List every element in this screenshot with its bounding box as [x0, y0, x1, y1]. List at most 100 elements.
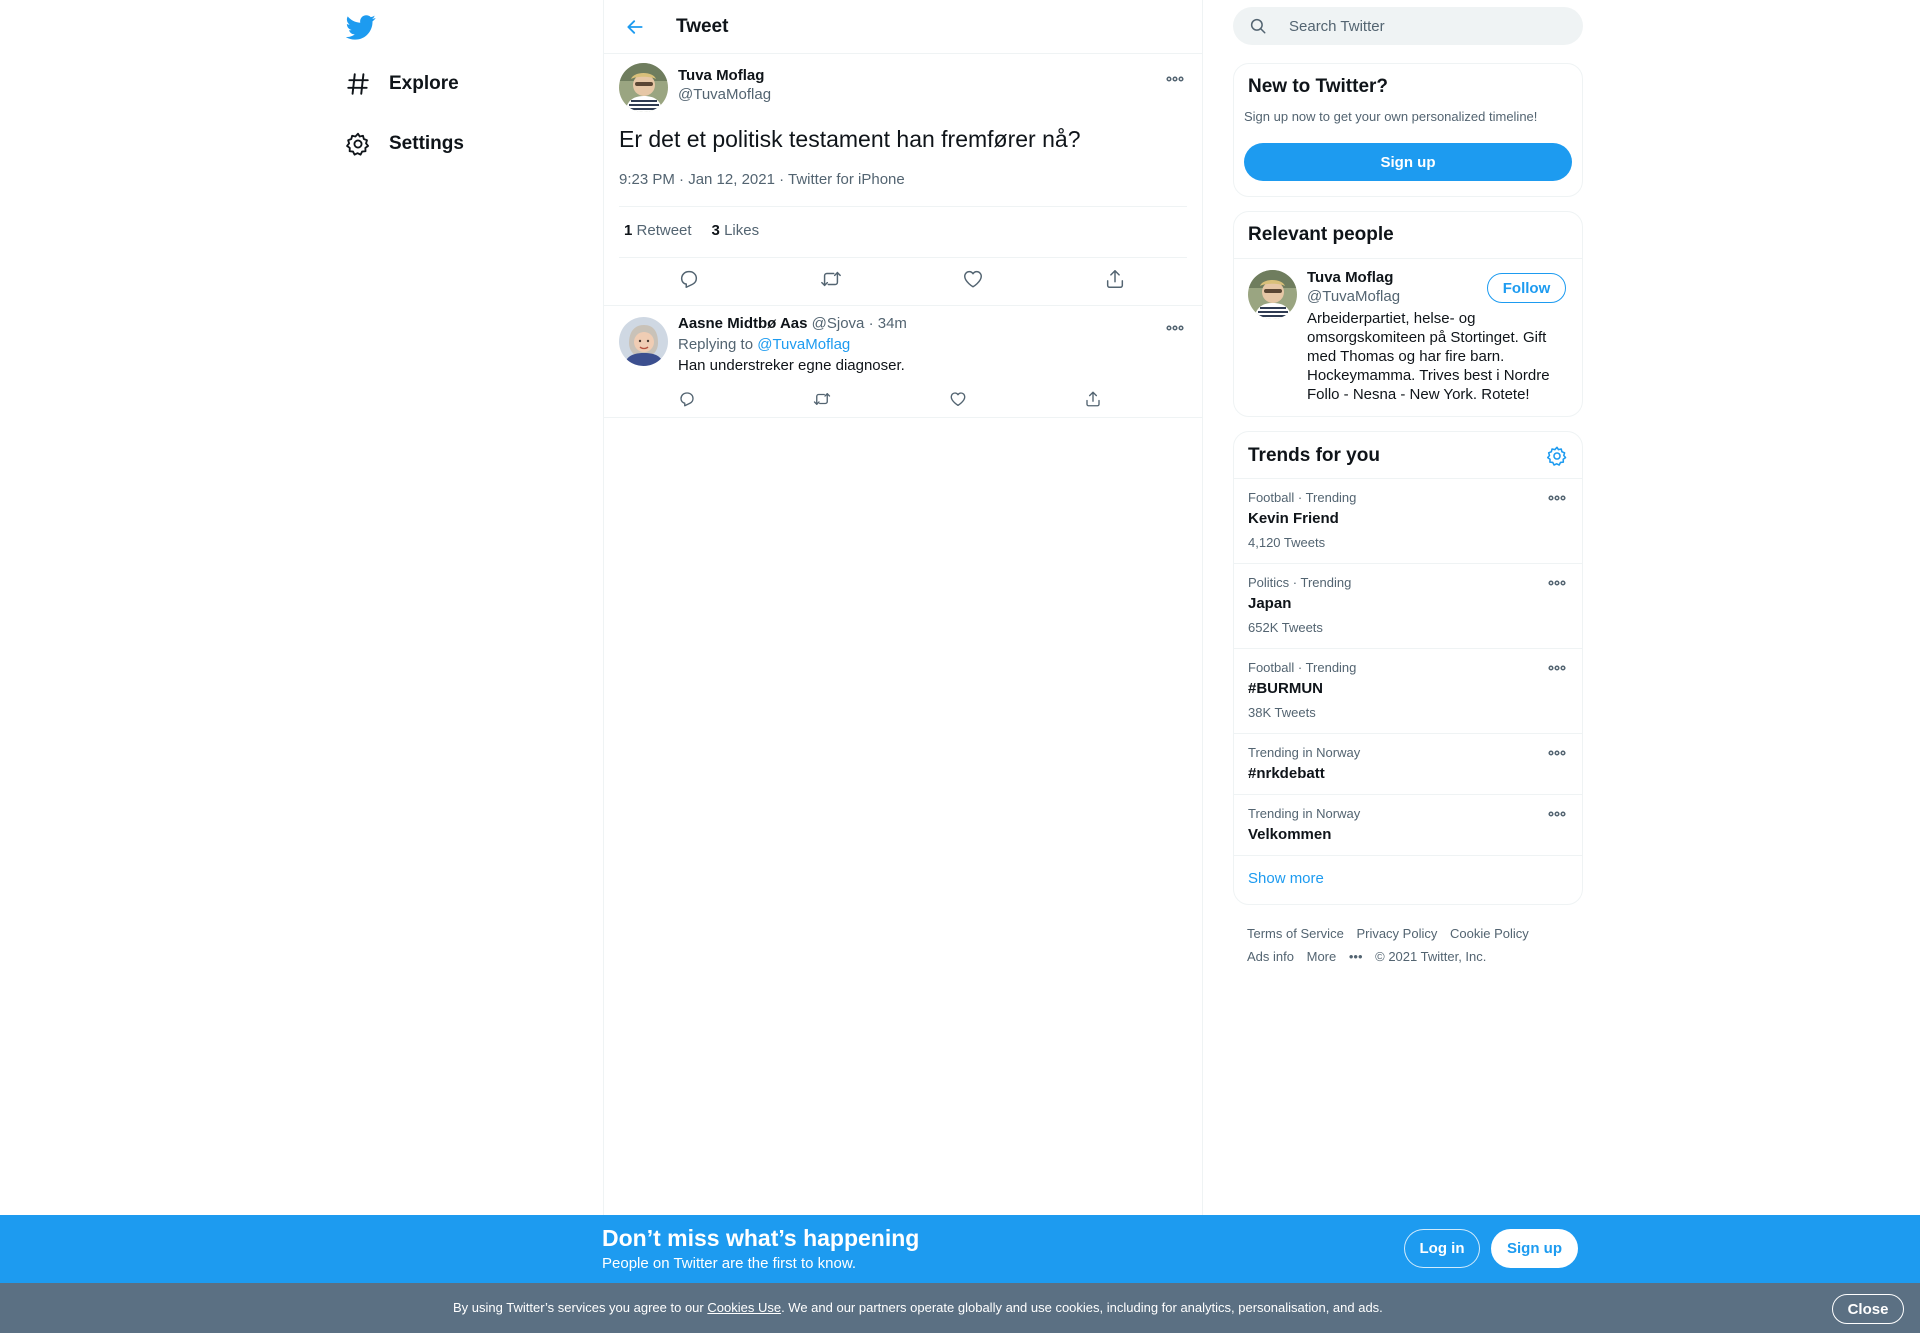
- show-more-link[interactable]: Show more: [1248, 870, 1324, 887]
- trend-title: Kevin Friend: [1248, 510, 1339, 527]
- log-in-button[interactable]: Log in: [1404, 1229, 1480, 1268]
- reply-time[interactable]: 34m: [878, 315, 907, 332]
- nav-item-label: Explore: [389, 73, 459, 94]
- more-menu[interactable]: More •••: [1307, 949, 1363, 964]
- trend-category: Football · Trending: [1248, 490, 1357, 505]
- trend-category: Trending in Norway: [1248, 806, 1361, 821]
- banner-subtitle: People on Twitter are the first to know.: [602, 1255, 857, 1272]
- retweets-stat[interactable]: 1 Retweet: [624, 222, 692, 239]
- divider: [1234, 855, 1582, 856]
- tweet-text: Er det et politisk testament han fremfør…: [619, 126, 1081, 152]
- terms-link[interactable]: Terms of Service: [1247, 926, 1344, 941]
- retweets-count: 1: [624, 222, 633, 239]
- more-label: More: [1306, 949, 1337, 964]
- reply-header: Aasne Midtbø Aas @Sjova · 34m: [678, 315, 907, 332]
- main-column: Tweet Tuva Moflag @TuvaMoflag Er det et …: [603, 0, 1203, 1215]
- arrow-left-icon: [627, 19, 643, 34]
- more-icon[interactable]: [1546, 809, 1568, 819]
- more-dots-icon: •••: [1348, 949, 1363, 964]
- panel-subtitle: Sign up now to get your own personalized…: [1244, 109, 1538, 124]
- trend-item[interactable]: Trending in Norway Velkommen: [1234, 794, 1582, 855]
- trend-count: 4,120 Tweets: [1248, 535, 1326, 550]
- divider: [619, 257, 1187, 258]
- heart-icon[interactable]: [962, 268, 986, 292]
- banner-heading: Don’t miss what’s happening: [602, 1225, 920, 1251]
- sign-up-button[interactable]: Sign up: [1491, 1229, 1578, 1268]
- heart-icon[interactable]: [949, 390, 967, 408]
- replying-to-label: Replying to: [678, 336, 754, 353]
- sign-up-button[interactable]: Sign up: [1244, 143, 1572, 181]
- twitter-bird-icon[interactable]: [346, 12, 378, 44]
- tweet-time[interactable]: 9:23 PM · Jan 12, 2021: [619, 171, 775, 188]
- cookie-banner: By using Twitter’s services you agree to…: [0, 1283, 1920, 1333]
- privacy-link[interactable]: Privacy Policy: [1356, 926, 1437, 941]
- copyright: © 2021 Twitter, Inc.: [1375, 949, 1487, 964]
- more-icon[interactable]: [1164, 74, 1186, 84]
- trend-item[interactable]: Football · Trending #BURMUN 38K Tweets: [1234, 648, 1582, 733]
- more-icon[interactable]: [1546, 493, 1568, 503]
- relevant-people-panel: Relevant people Tuva Moflag @TuvaMoflag …: [1233, 211, 1583, 417]
- cookies-use-link[interactable]: Cookies Use: [707, 1300, 781, 1315]
- trend-item[interactable]: Trending in Norway #nrkdebatt: [1234, 733, 1582, 794]
- ads-info-link[interactable]: Ads info: [1247, 949, 1294, 964]
- footer-links: Terms of Service Privacy Policy Cookie P…: [1247, 922, 1577, 968]
- nav-item-settings[interactable]: Settings: [345, 124, 464, 164]
- likes-label: Likes: [724, 222, 760, 239]
- more-icon[interactable]: [1546, 748, 1568, 758]
- replying-to-handle[interactable]: @TuvaMoflag: [757, 336, 850, 353]
- reply-actions: [604, 390, 1202, 410]
- retweet-icon[interactable]: [820, 268, 844, 292]
- search-bar[interactable]: [1233, 7, 1583, 45]
- share-icon[interactable]: [1084, 390, 1102, 408]
- trend-category: Trending in Norway: [1248, 745, 1361, 760]
- tweet-meta: 9:23 PM · Jan 12, 2021 · Twitter for iPh…: [619, 171, 905, 188]
- reply-author-name[interactable]: Aasne Midtbø Aas: [678, 315, 807, 332]
- trend-title: #BURMUN: [1248, 680, 1323, 697]
- more-icon[interactable]: [1546, 663, 1568, 673]
- panel-title: Relevant people: [1248, 224, 1394, 245]
- cookie-text: By using Twitter’s services you agree to…: [453, 1300, 1383, 1315]
- nav-item-label: Settings: [389, 133, 464, 154]
- reply-text: Han understreker egne diagnoser.: [678, 357, 905, 374]
- likes-stat[interactable]: 3 Likes: [712, 222, 760, 239]
- search-icon: [1249, 17, 1267, 35]
- share-icon[interactable]: [1104, 268, 1128, 292]
- gear-icon[interactable]: [1546, 445, 1568, 467]
- likes-count: 3: [711, 222, 720, 239]
- trend-item[interactable]: Football · Trending Kevin Friend 4,120 T…: [1234, 478, 1582, 563]
- avatar[interactable]: [619, 317, 668, 366]
- trends-panel: Trends for you Football · Trending Kevin…: [1233, 431, 1583, 905]
- trend-title: Velkommen: [1248, 826, 1332, 843]
- reply-icon[interactable]: [678, 268, 702, 292]
- main-tweet: Tuva Moflag @TuvaMoflag Er det et politi…: [604, 54, 1202, 306]
- cookie-policy-link[interactable]: Cookie Policy: [1450, 926, 1529, 941]
- more-icon[interactable]: [1164, 323, 1186, 333]
- close-button[interactable]: Close: [1832, 1294, 1904, 1324]
- trend-category: Politics · Trending: [1248, 575, 1352, 590]
- page-header: Tweet: [604, 0, 1202, 54]
- trend-count: 38K Tweets: [1248, 705, 1316, 720]
- panel-title: Trends for you: [1248, 445, 1380, 466]
- reply-tweet[interactable]: Aasne Midtbø Aas @Sjova · 34m Replying t…: [604, 306, 1202, 418]
- person-name[interactable]: Tuva Moflag: [1307, 269, 1393, 286]
- nav-item-explore[interactable]: Explore: [345, 64, 459, 104]
- divider: [619, 206, 1187, 207]
- retweets-label: Retweet: [636, 222, 692, 239]
- search-input[interactable]: [1289, 17, 1549, 35]
- avatar[interactable]: [619, 63, 668, 112]
- author-handle[interactable]: @TuvaMoflag: [678, 86, 771, 103]
- follow-button[interactable]: Follow: [1487, 273, 1566, 303]
- signup-banner: Don’t miss what’s happening People on Tw…: [0, 1215, 1920, 1283]
- trend-item[interactable]: Politics · Trending Japan 652K Tweets: [1234, 563, 1582, 648]
- more-icon[interactable]: [1546, 578, 1568, 588]
- author-name[interactable]: Tuva Moflag: [678, 67, 764, 84]
- cookie-prefix: By using Twitter’s services you agree to…: [453, 1300, 708, 1315]
- avatar[interactable]: [1248, 270, 1297, 319]
- reply-author-handle[interactable]: @Sjova: [812, 315, 865, 332]
- tweet-source[interactable]: Twitter for iPhone: [788, 171, 905, 188]
- back-button[interactable]: [620, 12, 650, 42]
- reply-icon[interactable]: [678, 390, 696, 408]
- tweet-actions: [604, 268, 1202, 294]
- person-handle[interactable]: @TuvaMoflag: [1307, 288, 1400, 305]
- retweet-icon[interactable]: [813, 390, 831, 408]
